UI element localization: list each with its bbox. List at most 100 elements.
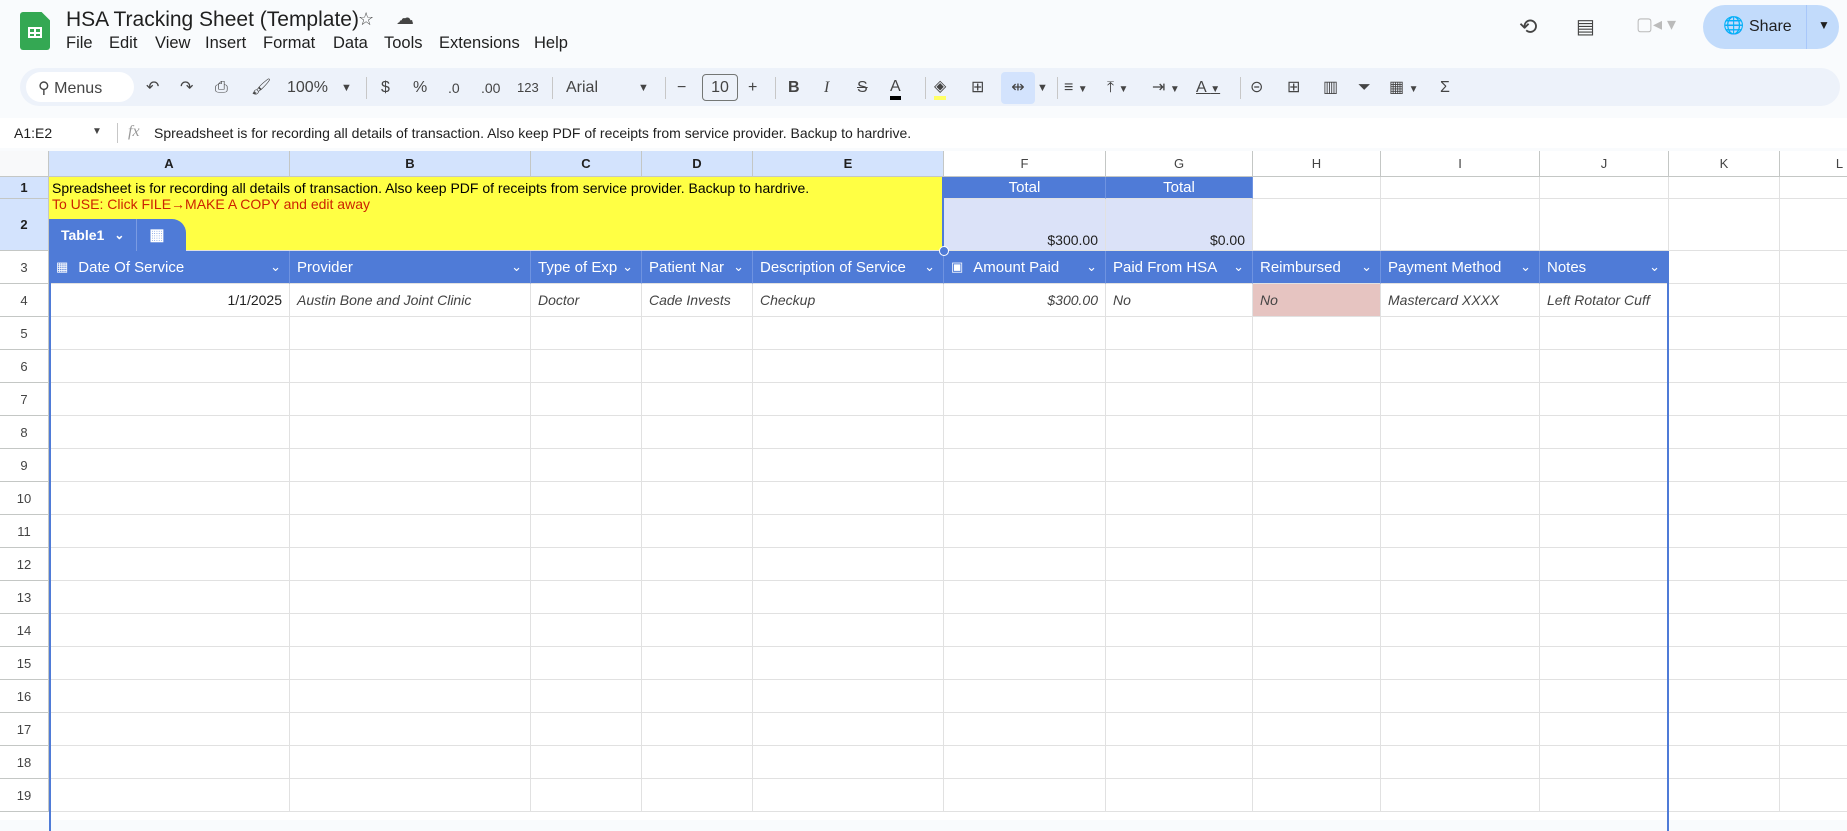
cell[interactable]: [1669, 482, 1780, 515]
table-header-patient-nar[interactable]: Patient Nar ⌄: [642, 251, 753, 284]
menu-insert[interactable]: Insert: [205, 34, 246, 53]
cell[interactable]: [290, 317, 531, 350]
insert-link-icon[interactable]: ⊝: [1250, 78, 1263, 98]
filter-icon[interactable]: ⏷: [1358, 78, 1371, 98]
cell[interactable]: [1253, 779, 1381, 812]
cell[interactable]: [1780, 177, 1847, 199]
table-cell[interactable]: Cade Invests: [642, 284, 753, 317]
cell[interactable]: [531, 416, 642, 449]
document-title[interactable]: HSA Tracking Sheet (Template): [66, 8, 359, 32]
table-name[interactable]: Table1: [61, 227, 104, 243]
cell[interactable]: [642, 350, 753, 383]
cell[interactable]: [1780, 779, 1847, 812]
table-header-amount-paid[interactable]: ▣ Amount Paid ⌄: [944, 251, 1106, 284]
column-header-h[interactable]: H: [1253, 151, 1381, 177]
cell[interactable]: [1381, 647, 1540, 680]
percent-button[interactable]: %: [413, 78, 427, 98]
cell[interactable]: [944, 647, 1106, 680]
share-button[interactable]: 🌐 Share ▼: [1703, 5, 1839, 49]
cell[interactable]: [1253, 350, 1381, 383]
text-rotation-icon[interactable]: A ▼: [1196, 78, 1220, 100]
cell[interactable]: [1669, 284, 1780, 317]
table-header-date-of-service[interactable]: ▦ Date Of Service ⌄: [49, 251, 290, 284]
cell[interactable]: [1780, 647, 1847, 680]
row-header-13[interactable]: 13: [0, 581, 49, 614]
column-header-f[interactable]: F: [944, 151, 1106, 177]
column-filter-chevron-icon[interactable]: ⌄: [1086, 259, 1097, 275]
cell[interactable]: [944, 383, 1106, 416]
cell[interactable]: [1669, 713, 1780, 746]
cell[interactable]: [531, 482, 642, 515]
cell[interactable]: [1540, 647, 1669, 680]
text-color-icon[interactable]: A: [890, 78, 901, 100]
cell[interactable]: [642, 548, 753, 581]
cell[interactable]: [1106, 416, 1253, 449]
cell[interactable]: [1540, 713, 1669, 746]
column-header-g[interactable]: G: [1106, 151, 1253, 177]
row-header-9[interactable]: 9: [0, 449, 49, 482]
cell[interactable]: [49, 449, 290, 482]
cloud-status-icon[interactable]: ☁: [396, 8, 414, 29]
star-icon[interactable]: ☆: [358, 9, 374, 30]
horizontal-align-icon[interactable]: ≡ ▼: [1064, 78, 1088, 100]
fill-color-icon[interactable]: ◈: [934, 78, 947, 100]
column-header-j[interactable]: J: [1540, 151, 1669, 177]
row-header-19[interactable]: 19: [0, 779, 49, 812]
column-header-i[interactable]: I: [1381, 151, 1540, 177]
cell[interactable]: [49, 383, 290, 416]
row-header-11[interactable]: 11: [0, 515, 49, 548]
cell[interactable]: [290, 746, 531, 779]
cell[interactable]: [1253, 548, 1381, 581]
cell[interactable]: [531, 647, 642, 680]
cell[interactable]: [1106, 779, 1253, 812]
cell[interactable]: [1381, 680, 1540, 713]
column-filter-chevron-icon[interactable]: ⌄: [924, 259, 935, 275]
font-dropdown-icon[interactable]: ▼: [638, 78, 649, 98]
cell[interactable]: [944, 581, 1106, 614]
cell[interactable]: [1381, 746, 1540, 779]
cell[interactable]: [1780, 713, 1847, 746]
cell[interactable]: [642, 317, 753, 350]
cell[interactable]: [944, 515, 1106, 548]
cell[interactable]: [1540, 746, 1669, 779]
cell[interactable]: [1106, 548, 1253, 581]
table-header-provider[interactable]: Provider ⌄: [290, 251, 531, 284]
cell[interactable]: [1780, 548, 1847, 581]
cell[interactable]: [753, 548, 944, 581]
column-filter-chevron-icon[interactable]: ⌄: [511, 259, 522, 275]
cell[interactable]: [49, 482, 290, 515]
cell[interactable]: [1253, 746, 1381, 779]
cell[interactable]: [49, 548, 290, 581]
cell[interactable]: [290, 416, 531, 449]
version-history-icon[interactable]: ⟲: [1519, 14, 1537, 40]
cell[interactable]: [1540, 449, 1669, 482]
cell[interactable]: [1669, 449, 1780, 482]
cell[interactable]: [1253, 515, 1381, 548]
cell[interactable]: [1669, 350, 1780, 383]
cell[interactable]: [1780, 284, 1847, 317]
currency-button[interactable]: $: [381, 78, 390, 98]
column-filter-chevron-icon[interactable]: ⌄: [622, 259, 633, 275]
cell[interactable]: [290, 614, 531, 647]
cell[interactable]: [290, 713, 531, 746]
cell[interactable]: [753, 746, 944, 779]
cell[interactable]: [1780, 317, 1847, 350]
cell[interactable]: [531, 548, 642, 581]
row-header-4[interactable]: 4: [0, 284, 49, 317]
row-header-6[interactable]: 6: [0, 350, 49, 383]
row-header-2[interactable]: 2: [0, 199, 49, 251]
cell[interactable]: [944, 779, 1106, 812]
cell[interactable]: [753, 482, 944, 515]
row-header-12[interactable]: 12: [0, 548, 49, 581]
menu-help[interactable]: Help: [534, 34, 568, 53]
cell[interactable]: [49, 350, 290, 383]
cell[interactable]: [1540, 350, 1669, 383]
menu-extensions[interactable]: Extensions: [439, 34, 520, 53]
cell[interactable]: [1106, 746, 1253, 779]
cell[interactable]: [1780, 482, 1847, 515]
cell[interactable]: [1540, 581, 1669, 614]
cell[interactable]: [1669, 317, 1780, 350]
cell[interactable]: [531, 713, 642, 746]
cell[interactable]: [49, 680, 290, 713]
cell[interactable]: [1540, 199, 1669, 251]
